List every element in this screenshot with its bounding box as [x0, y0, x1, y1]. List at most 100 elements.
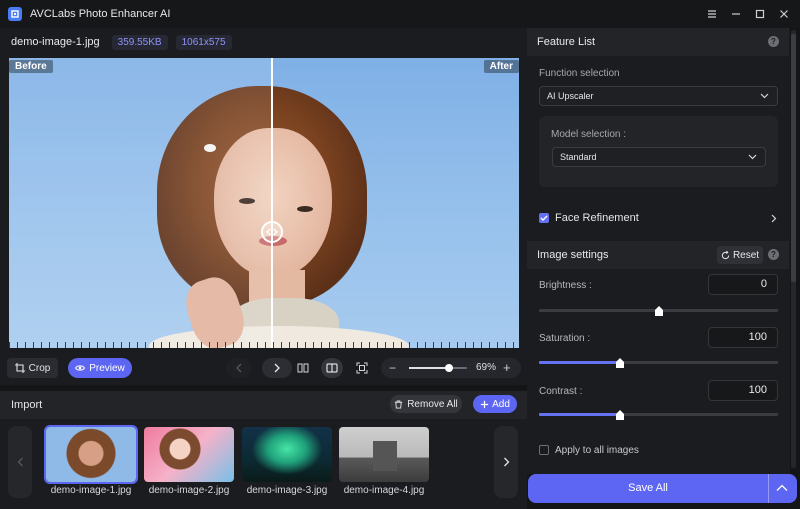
thumbnail-caption: demo-image-3.jpg: [246, 485, 328, 496]
trash-icon: [395, 399, 403, 409]
chevron-down-icon: [760, 93, 769, 99]
face-refinement-checkbox[interactable]: [539, 213, 549, 223]
apply-to-all-label: Apply to all images: [555, 445, 639, 456]
import-title: Import: [11, 399, 43, 411]
saturation-input[interactable]: 100: [708, 327, 778, 348]
add-label: Add: [492, 398, 510, 410]
saturation-label: Saturation :: [539, 333, 591, 344]
menu-icon[interactable]: [702, 4, 722, 24]
app-logo-icon: [8, 7, 22, 21]
slider-fill: [539, 361, 621, 364]
contrast-input[interactable]: 100: [708, 380, 778, 401]
close-icon[interactable]: [774, 4, 794, 24]
zoom-slider-knob[interactable]: [445, 364, 454, 372]
help-icon[interactable]: ?: [768, 36, 779, 47]
zoom-in-button[interactable]: +: [503, 360, 511, 375]
chevron-right-icon: [503, 457, 509, 467]
fit-screen-icon: [356, 362, 368, 374]
window-controls: [702, 0, 794, 28]
model-select-value: Standard: [560, 152, 597, 162]
file-size-badge: 359.55KB: [111, 34, 168, 50]
function-selection-label: Function selection: [539, 68, 620, 79]
compare-divider[interactable]: [271, 58, 273, 348]
slider-knob[interactable]: [616, 410, 625, 420]
image-viewer[interactable]: Before After: [9, 58, 519, 348]
thumbnails-next-button[interactable]: [494, 426, 518, 498]
face-refinement-label: Face Refinement: [555, 212, 639, 224]
chevron-left-icon: [236, 363, 242, 373]
split-view-icon: [326, 363, 338, 373]
file-info: demo-image-1.jpg 359.55KB 1061x575: [11, 34, 232, 50]
thumbnails-prev-button[interactable]: [8, 426, 32, 498]
side-by-side-icon: [297, 363, 309, 373]
image-settings-header: Image settings Reset ?: [527, 241, 789, 269]
slider-knob[interactable]: [616, 358, 625, 368]
chevron-right-icon: [771, 214, 777, 223]
contrast-slider[interactable]: [539, 410, 778, 420]
brightness-slider[interactable]: [539, 306, 778, 316]
reset-icon: [721, 250, 730, 259]
remove-all-button[interactable]: Remove All: [390, 395, 462, 413]
model-select[interactable]: Standard: [552, 147, 766, 167]
remove-all-label: Remove All: [407, 398, 458, 410]
face-refinement-row[interactable]: Face Refinement: [527, 206, 789, 230]
apply-to-all-row[interactable]: Apply to all images: [527, 441, 789, 461]
function-select[interactable]: AI Upscaler: [539, 86, 778, 106]
save-all-label: Save All: [628, 482, 668, 494]
image-settings-title: Image settings: [537, 249, 609, 261]
title-bar: AVCLabs Photo Enhancer AI: [0, 0, 800, 28]
thumbnail-caption: demo-image-1.jpg: [50, 485, 132, 496]
thumbnail-image-2[interactable]: [144, 427, 234, 482]
import-panel: Import Remove All Add demo-image-1.jpg d…: [0, 391, 527, 509]
thumbnail-image-4[interactable]: [339, 427, 429, 482]
feature-list-header: Feature List ?: [527, 28, 789, 56]
eye-icon: [75, 365, 86, 371]
help-icon[interactable]: ?: [768, 249, 779, 260]
add-button[interactable]: Add: [473, 395, 517, 413]
side-by-side-view-button[interactable]: [292, 358, 314, 378]
zoom-slider[interactable]: [409, 364, 467, 372]
slider-fill: [539, 413, 621, 416]
thumbnail-caption: demo-image-2.jpg: [148, 485, 230, 496]
minimize-icon[interactable]: [726, 4, 746, 24]
app-title: AVCLabs Photo Enhancer AI: [30, 8, 171, 20]
brightness-label: Brightness :: [539, 280, 592, 291]
previous-image-button[interactable]: [226, 358, 252, 378]
plus-icon: [480, 400, 489, 408]
file-name: demo-image-1.jpg: [11, 36, 100, 48]
saturation-slider[interactable]: [539, 358, 778, 368]
fit-screen-button[interactable]: [351, 358, 373, 378]
model-selection-box: Model selection : Standard: [539, 116, 778, 187]
chevron-right-icon: [274, 363, 280, 373]
reset-button[interactable]: Reset: [717, 246, 763, 264]
crop-button[interactable]: Crop: [7, 358, 58, 378]
chevron-up-icon[interactable]: [776, 484, 788, 492]
reset-label: Reset: [732, 249, 760, 261]
save-all-button[interactable]: Save All: [528, 474, 797, 503]
brightness-input[interactable]: 0: [708, 274, 778, 295]
image-subject-eye-right: [297, 206, 313, 212]
zoom-control: − 69% +: [381, 358, 521, 378]
apply-to-all-checkbox[interactable]: [539, 445, 549, 455]
zoom-out-button[interactable]: −: [389, 361, 396, 375]
before-side-overlay: [9, 58, 272, 348]
file-dimensions-badge: 1061x575: [175, 34, 232, 50]
preview-panel: demo-image-1.jpg 359.55KB 1061x575 Befor…: [0, 28, 527, 385]
maximize-icon[interactable]: [750, 4, 770, 24]
check-icon: [540, 215, 548, 221]
compare-handle-icon[interactable]: [261, 221, 283, 243]
import-header: Import Remove All Add: [0, 391, 527, 419]
zoom-level: 69%: [476, 362, 497, 373]
slider-knob[interactable]: [654, 306, 663, 316]
thumbnail-image-1[interactable]: [44, 425, 138, 484]
chevron-down-icon: [748, 154, 757, 160]
timeline-ruler: [9, 342, 519, 348]
settings-scrollbar-thumb[interactable]: [791, 34, 796, 282]
settings-scrollbar[interactable]: [791, 30, 796, 468]
next-image-button[interactable]: [262, 358, 292, 378]
thumbnail-image-3[interactable]: [242, 427, 332, 482]
split-view-button[interactable]: [321, 358, 343, 378]
settings-panel: Feature List ? Function selection AI Ups…: [527, 28, 790, 474]
thumbnail-castle-shape: [373, 441, 397, 471]
preview-button[interactable]: Preview: [68, 358, 132, 378]
